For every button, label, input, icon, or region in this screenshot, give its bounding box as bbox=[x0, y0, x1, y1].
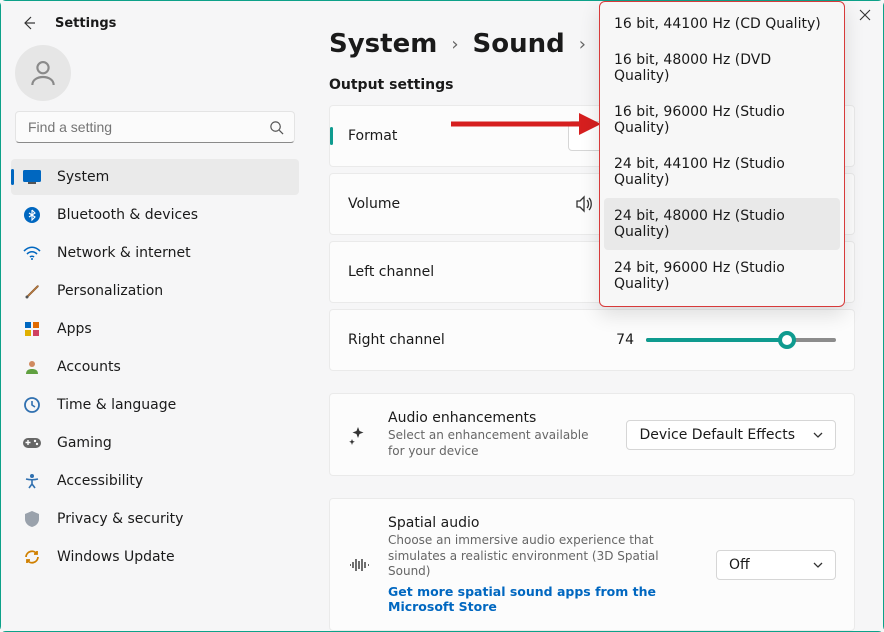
sidebar: Settings System Bluetooth & devices Netw… bbox=[1, 1, 309, 631]
sidebar-item-apps[interactable]: Apps bbox=[11, 311, 299, 347]
enhance-desc: Select an enhancement available for your… bbox=[388, 428, 608, 459]
breadcrumb-system[interactable]: System bbox=[329, 29, 437, 59]
audio-enhancements-row: Audio enhancements Select an enhancement… bbox=[329, 393, 855, 476]
spatial-desc: Choose an immersive audio experience tha… bbox=[388, 533, 698, 580]
left-channel-label: Left channel bbox=[348, 264, 568, 280]
sidebar-item-label: Privacy & security bbox=[57, 511, 183, 527]
format-option[interactable]: 24 bit, 44100 Hz (Studio Quality) bbox=[604, 146, 840, 198]
sidebar-item-label: Accessibility bbox=[57, 473, 143, 489]
sidebar-item-privacy[interactable]: Privacy & security bbox=[11, 501, 299, 537]
format-label: Format bbox=[348, 128, 568, 144]
sidebar-item-label: Bluetooth & devices bbox=[57, 207, 198, 223]
sidebar-item-label: Gaming bbox=[57, 435, 112, 451]
right-channel-value: 74 bbox=[606, 332, 634, 348]
chevron-down-icon bbox=[813, 430, 823, 440]
chevron-right-icon: › bbox=[579, 34, 586, 55]
sound-wave-icon bbox=[348, 554, 370, 576]
page-title: Settings bbox=[55, 16, 116, 31]
spatial-title: Spatial audio bbox=[388, 515, 698, 531]
person-icon bbox=[27, 57, 59, 89]
sidebar-item-network[interactable]: Network & internet bbox=[11, 235, 299, 271]
sidebar-item-label: System bbox=[57, 169, 109, 185]
volume-label: Volume bbox=[348, 196, 568, 212]
apps-icon bbox=[23, 320, 41, 338]
sidebar-item-accessibility[interactable]: Accessibility bbox=[11, 463, 299, 499]
accounts-icon bbox=[23, 358, 41, 376]
avatar[interactable] bbox=[15, 45, 71, 101]
spatial-store-link[interactable]: Get more spatial sound apps from the Mic… bbox=[388, 584, 698, 614]
bluetooth-icon bbox=[23, 206, 41, 224]
spatial-audio-row: Spatial audio Choose an immersive audio … bbox=[329, 498, 855, 631]
clock-icon bbox=[23, 396, 41, 414]
right-channel-row: Right channel 74 bbox=[329, 309, 855, 371]
spatial-value: Off bbox=[729, 557, 750, 573]
enhance-value: Device Default Effects bbox=[639, 427, 795, 443]
brush-icon bbox=[23, 282, 41, 300]
sidebar-item-time[interactable]: Time & language bbox=[11, 387, 299, 423]
enhance-dropdown[interactable]: Device Default Effects bbox=[626, 420, 836, 450]
enhance-title: Audio enhancements bbox=[388, 410, 608, 426]
game-icon bbox=[23, 434, 41, 452]
search-box[interactable] bbox=[15, 111, 295, 143]
accessibility-icon bbox=[23, 472, 41, 490]
update-icon bbox=[23, 548, 41, 566]
sidebar-item-gaming[interactable]: Gaming bbox=[11, 425, 299, 461]
shield-icon bbox=[23, 510, 41, 528]
format-option[interactable]: 16 bit, 44100 Hz (CD Quality) bbox=[604, 6, 840, 42]
format-dropdown-popup: 16 bit, 44100 Hz (CD Quality) 16 bit, 48… bbox=[599, 1, 845, 307]
sparkle-icon bbox=[348, 424, 370, 446]
sidebar-item-personalization[interactable]: Personalization bbox=[11, 273, 299, 309]
right-channel-slider[interactable] bbox=[646, 330, 836, 350]
nav-list: System Bluetooth & devices Network & int… bbox=[7, 159, 303, 575]
format-option[interactable]: 24 bit, 96000 Hz (Studio Quality) bbox=[604, 250, 840, 302]
sidebar-item-label: Accounts bbox=[57, 359, 121, 375]
sidebar-item-accounts[interactable]: Accounts bbox=[11, 349, 299, 385]
wifi-icon bbox=[23, 244, 41, 262]
system-icon bbox=[23, 168, 41, 186]
close-button[interactable] bbox=[859, 9, 871, 25]
arrow-left-icon bbox=[21, 15, 37, 31]
format-option[interactable]: 24 bit, 48000 Hz (Studio Quality) bbox=[604, 198, 840, 250]
format-option[interactable]: 16 bit, 48000 Hz (DVD Quality) bbox=[604, 42, 840, 94]
sidebar-item-label: Time & language bbox=[57, 397, 176, 413]
sidebar-item-label: Personalization bbox=[57, 283, 163, 299]
search-icon bbox=[269, 120, 284, 135]
sidebar-item-label: Apps bbox=[57, 321, 92, 337]
sidebar-item-label: Network & internet bbox=[57, 245, 191, 261]
right-channel-label: Right channel bbox=[348, 332, 568, 348]
close-icon bbox=[859, 9, 871, 21]
sidebar-item-label: Windows Update bbox=[57, 549, 175, 565]
spatial-dropdown[interactable]: Off bbox=[716, 550, 836, 580]
chevron-right-icon: › bbox=[451, 34, 458, 55]
back-button[interactable] bbox=[19, 13, 39, 33]
sidebar-item-system[interactable]: System bbox=[11, 159, 299, 195]
breadcrumb-sound[interactable]: Sound bbox=[473, 29, 565, 59]
sidebar-item-update[interactable]: Windows Update bbox=[11, 539, 299, 575]
search-input[interactable] bbox=[26, 118, 269, 136]
speaker-icon[interactable] bbox=[574, 194, 594, 214]
chevron-down-icon bbox=[813, 560, 823, 570]
format-option[interactable]: 16 bit, 96000 Hz (Studio Quality) bbox=[604, 94, 840, 146]
sidebar-item-bluetooth[interactable]: Bluetooth & devices bbox=[11, 197, 299, 233]
